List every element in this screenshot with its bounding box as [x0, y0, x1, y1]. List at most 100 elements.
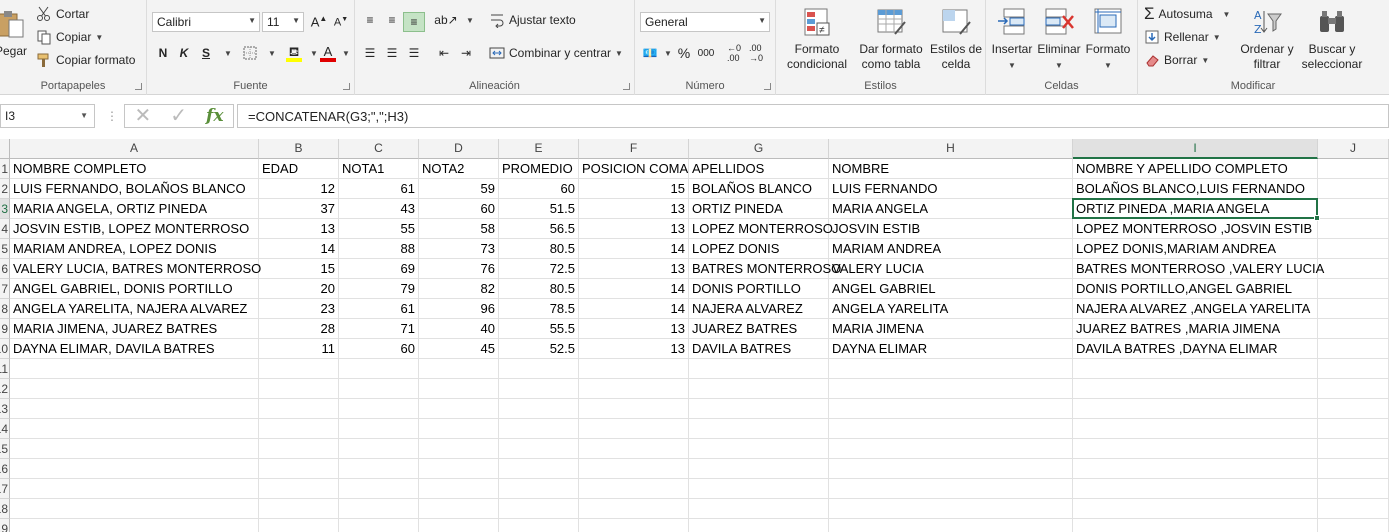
- table-cell[interactable]: [419, 519, 499, 532]
- table-cell[interactable]: 80.5: [499, 279, 579, 299]
- table-cell[interactable]: [1318, 199, 1389, 219]
- table-cell[interactable]: [339, 399, 419, 419]
- font-size-select[interactable]: 11 ▼: [262, 12, 304, 32]
- table-cell[interactable]: [1318, 499, 1389, 519]
- table-cell[interactable]: 55.5: [499, 319, 579, 339]
- number-launcher-icon[interactable]: [764, 83, 771, 90]
- table-cell[interactable]: [339, 479, 419, 499]
- align-center-button[interactable]: ☰: [381, 43, 403, 63]
- table-cell[interactable]: [259, 439, 339, 459]
- grow-font-button[interactable]: A▲: [308, 12, 330, 32]
- row-header[interactable]: 11: [0, 359, 10, 379]
- cancel-icon[interactable]: ✕: [135, 106, 152, 126]
- table-cell[interactable]: 14: [259, 239, 339, 259]
- table-cell[interactable]: [499, 359, 579, 379]
- column-header-j[interactable]: J: [1318, 139, 1389, 159]
- table-cell[interactable]: [689, 379, 829, 399]
- row-header[interactable]: 10: [0, 339, 10, 359]
- row-header[interactable]: 8: [0, 299, 10, 319]
- table-cell[interactable]: MARIA ANGELA: [829, 199, 1073, 219]
- table-cell[interactable]: [689, 459, 829, 479]
- table-cell[interactable]: MARIA JIMENA, JUAREZ BATRES: [10, 319, 259, 339]
- table-cell[interactable]: [10, 359, 259, 379]
- header-cell[interactable]: POSICION COMA: [579, 159, 689, 179]
- cell-styles-button[interactable]: Estilos de celda: [928, 6, 984, 72]
- table-cell[interactable]: [499, 419, 579, 439]
- row-header[interactable]: 1: [0, 159, 10, 179]
- table-cell[interactable]: [1073, 439, 1318, 459]
- table-cell[interactable]: [1318, 279, 1389, 299]
- table-cell[interactable]: [689, 359, 829, 379]
- column-header-e[interactable]: E: [499, 139, 579, 159]
- table-cell[interactable]: 13: [579, 199, 689, 219]
- percent-button[interactable]: %: [673, 43, 695, 63]
- table-cell[interactable]: [339, 459, 419, 479]
- table-cell[interactable]: [829, 379, 1073, 399]
- table-cell[interactable]: 61: [339, 299, 419, 319]
- table-cell[interactable]: [579, 379, 689, 399]
- table-cell[interactable]: VALERY LUCIA: [829, 259, 1073, 279]
- font-color-dropdown[interactable]: ▼: [335, 43, 357, 63]
- table-cell[interactable]: LOPEZ DONIS,MARIAM ANDREA: [1073, 239, 1318, 259]
- row-header[interactable]: 12: [0, 379, 10, 399]
- number-format-select[interactable]: General ▼: [640, 12, 770, 32]
- table-cell[interactable]: BATRES MONTERROSO ,VALERY LUCIA: [1073, 259, 1324, 279]
- clipboard-launcher-icon[interactable]: [135, 83, 142, 90]
- table-cell[interactable]: ORTIZ PINEDA ,MARIA ANGELA: [1073, 199, 1318, 219]
- table-cell[interactable]: [1318, 419, 1389, 439]
- table-cell[interactable]: ORTIZ PINEDA: [689, 199, 829, 219]
- row-header[interactable]: 4: [0, 219, 10, 239]
- align-top-button[interactable]: ≡: [359, 10, 381, 30]
- underline-dropdown[interactable]: ▼: [217, 43, 239, 63]
- table-cell[interactable]: [419, 359, 499, 379]
- table-cell[interactable]: [1318, 439, 1389, 459]
- table-cell[interactable]: [579, 359, 689, 379]
- table-cell[interactable]: DAVILA BATRES: [689, 339, 829, 359]
- row-header[interactable]: 7: [0, 279, 10, 299]
- table-cell[interactable]: [10, 499, 259, 519]
- table-cell[interactable]: 37: [259, 199, 339, 219]
- table-cell[interactable]: [579, 479, 689, 499]
- table-cell[interactable]: [10, 459, 259, 479]
- table-cell[interactable]: [829, 519, 1073, 532]
- column-header-b[interactable]: B: [259, 139, 339, 159]
- table-cell[interactable]: [499, 459, 579, 479]
- row-header[interactable]: 17: [0, 479, 10, 499]
- name-box[interactable]: I3 ▼: [0, 104, 95, 128]
- decrease-decimal-button[interactable]: .00 →0: [745, 43, 767, 63]
- table-cell[interactable]: [339, 379, 419, 399]
- table-cell[interactable]: 76: [419, 259, 499, 279]
- table-cell[interactable]: 59: [419, 179, 499, 199]
- borders-dropdown[interactable]: ▼: [261, 43, 283, 63]
- table-cell[interactable]: MARIA JIMENA: [829, 319, 1073, 339]
- table-cell[interactable]: [10, 439, 259, 459]
- table-cell[interactable]: ANGEL GABRIEL, DONIS PORTILLO: [10, 279, 259, 299]
- table-cell[interactable]: JUAREZ BATRES ,MARIA JIMENA: [1073, 319, 1318, 339]
- cut-button[interactable]: Cortar: [36, 6, 89, 22]
- increase-decimal-button[interactable]: ←0.00: [723, 43, 745, 63]
- format-painter-button[interactable]: Copiar formato: [36, 52, 135, 68]
- table-cell[interactable]: [1073, 359, 1318, 379]
- table-cell[interactable]: [419, 459, 499, 479]
- table-cell[interactable]: 55: [339, 219, 419, 239]
- table-cell[interactable]: LOPEZ MONTERROSO ,JOSVIN ESTIB: [1073, 219, 1318, 239]
- orientation-dropdown[interactable]: ▼: [459, 10, 481, 30]
- table-cell[interactable]: [499, 519, 579, 532]
- select-all-corner[interactable]: [0, 139, 10, 159]
- table-cell[interactable]: 13: [579, 259, 689, 279]
- table-cell[interactable]: [1318, 319, 1389, 339]
- align-left-button[interactable]: ☰: [359, 43, 381, 63]
- table-cell[interactable]: [259, 419, 339, 439]
- table-cell[interactable]: [419, 419, 499, 439]
- table-cell[interactable]: [1318, 459, 1389, 479]
- table-cell[interactable]: [1073, 479, 1318, 499]
- table-cell[interactable]: MARIA ANGELA, ORTIZ PINEDA: [10, 199, 259, 219]
- table-cell[interactable]: [499, 379, 579, 399]
- row-header[interactable]: 13: [0, 399, 10, 419]
- insert-cells-button[interactable]: Insertar ▼: [990, 6, 1034, 73]
- table-cell[interactable]: 73: [419, 239, 499, 259]
- table-cell[interactable]: [1318, 359, 1389, 379]
- header-cell[interactable]: NOTA1: [339, 159, 419, 179]
- table-cell[interactable]: 40: [419, 319, 499, 339]
- format-cells-button[interactable]: Formato ▼: [1084, 6, 1132, 73]
